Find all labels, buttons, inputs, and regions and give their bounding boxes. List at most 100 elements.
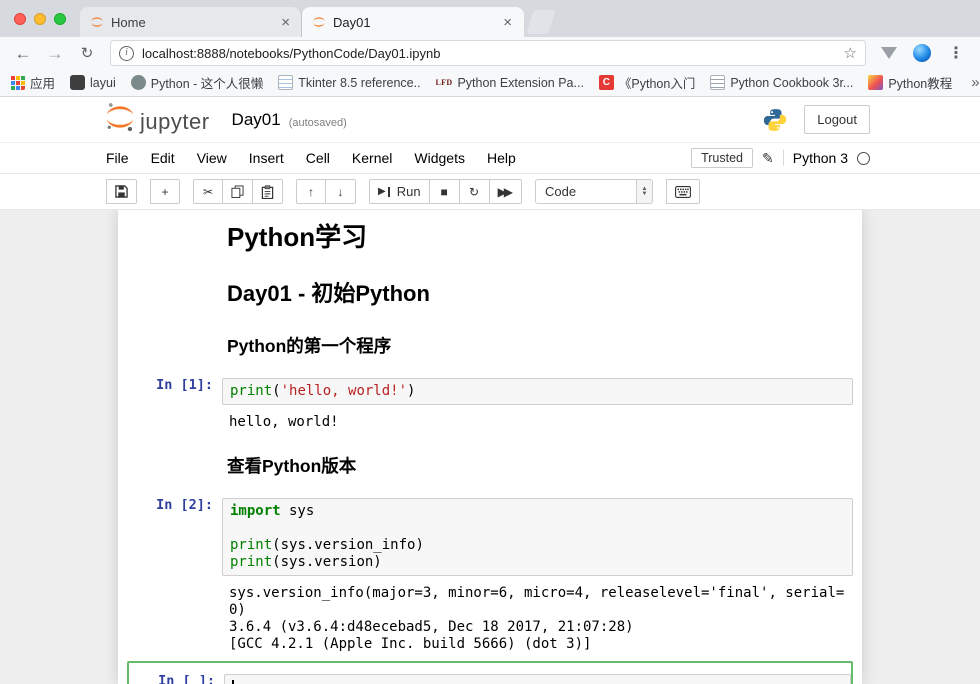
jupyter-logo-icon [104, 101, 136, 138]
site-info-icon[interactable]: i [119, 46, 134, 61]
arrow-down-icon: ↓ [338, 186, 344, 198]
forward-button[interactable]: → [42, 45, 68, 62]
cut-cell-button[interactable]: ✂ [193, 179, 223, 204]
close-window-button[interactable] [14, 13, 26, 25]
edit-mode-pencil-icon: ✎ [762, 150, 774, 167]
minimize-window-button[interactable] [34, 13, 46, 25]
tab-day01[interactable]: Day01 × [302, 7, 524, 37]
cell-prompt [127, 269, 222, 312]
restart-kernel-button[interactable]: ↻ [460, 179, 490, 204]
input-prompt: In [1]: [127, 372, 222, 405]
text-cursor [232, 680, 234, 684]
bookmark-star-icon[interactable]: ☆ [844, 44, 857, 62]
zoom-window-button[interactable] [54, 13, 66, 25]
bookmark-label: Python教程 [888, 73, 952, 92]
code-input-2[interactable]: import sys print(sys.version_info)print(… [222, 498, 853, 576]
tab-close-icon[interactable]: × [501, 15, 514, 30]
page-favicon-icon [278, 75, 293, 90]
url-text: localhost:8888/notebooks/PythonCode/Day0… [142, 46, 836, 61]
markdown-cell-version[interactable]: 查看Python版本 [127, 437, 853, 487]
output-prompt [127, 585, 222, 653]
apps-grid-icon [10, 75, 25, 90]
bookmark-label: Python Extension Pa... [457, 76, 583, 90]
bookmark-apps[interactable]: 应用 [10, 73, 55, 92]
bookmark-python-extension[interactable]: LFD Python Extension Pa... [436, 75, 584, 90]
bookmark-python-cookbook[interactable]: Python Cookbook 3r... [710, 75, 853, 90]
divider [783, 150, 784, 166]
bookmark-label: layui [90, 76, 116, 90]
code-cell-1[interactable]: In [1]: print('hello, world!') [127, 367, 853, 410]
code-cell-2[interactable]: In [2]: import sys print(sys.version_inf… [127, 487, 853, 581]
bookmark-python-blog[interactable]: Python - 这个人很懒 [131, 73, 264, 92]
bookmark-python-intro[interactable]: C 《Python入门 [599, 73, 695, 92]
bookmark-layui[interactable]: layui [70, 75, 116, 90]
notebook-title[interactable]: Day01 [232, 110, 281, 130]
menu-help[interactable]: Help [476, 146, 527, 170]
menu-file[interactable]: File [95, 146, 140, 170]
tab-close-icon[interactable]: × [279, 15, 292, 30]
trusted-badge[interactable]: Trusted [691, 148, 753, 168]
menu-widgets[interactable]: Widgets [403, 146, 476, 170]
back-button[interactable]: ← [10, 45, 36, 62]
markdown-cell-title[interactable]: Python学习 [127, 210, 853, 264]
jupyter-favicon-icon [312, 15, 326, 29]
save-button[interactable] [106, 179, 137, 204]
bookmark-tkinter-reference[interactable]: Tkinter 8.5 reference.. [278, 75, 420, 90]
arrow-up-icon: ↑ [308, 186, 314, 198]
markdown-cell-first-program[interactable]: Python的第一个程序 [127, 317, 853, 367]
fast-forward-icon: ▶▶ [498, 186, 513, 198]
restart-icon: ↻ [469, 186, 479, 198]
extension-triangle-icon[interactable] [881, 47, 897, 59]
step-forward-icon: ▶ [378, 187, 386, 197]
move-cell-up-button[interactable]: ↑ [296, 179, 326, 204]
insert-cell-button[interactable]: + [150, 179, 180, 204]
notebook-page: Python学习 Day01 - 初始Python Python的第一个程序 I… [118, 210, 862, 684]
layui-favicon-icon [70, 75, 85, 90]
code-input-1[interactable]: print('hello, world!') [222, 378, 853, 405]
keyboard-icon [675, 186, 691, 198]
menu-view[interactable]: View [186, 146, 238, 170]
bookmark-label: 《Python入门 [619, 73, 695, 92]
run-cell-button[interactable]: ▶ Run [369, 179, 430, 204]
jupyter-header: jupyter Day01 (autosaved) Logout [0, 97, 980, 143]
menu-insert[interactable]: Insert [238, 146, 295, 170]
paste-cell-button[interactable] [253, 179, 283, 204]
cell-prompt [127, 215, 222, 259]
menu-cell[interactable]: Cell [295, 146, 341, 170]
bookmark-python-tutorial[interactable]: Python教程 [868, 73, 952, 92]
select-stepper-icon: ▲▼ [636, 180, 652, 203]
logout-button[interactable]: Logout [804, 105, 870, 134]
code-cell-3-editing[interactable]: In [ ]: [127, 661, 853, 684]
output-cell-1: hello, world! [127, 410, 853, 437]
browser-menu-button[interactable]: ⋮ [942, 43, 970, 63]
command-palette-button[interactable] [666, 179, 700, 204]
jupyter-logo[interactable]: jupyter [104, 101, 210, 138]
cell-type-select[interactable]: Code ▲▼ [535, 179, 653, 204]
new-tab-button[interactable] [526, 10, 556, 34]
extension-globe-icon[interactable] [913, 44, 931, 62]
cell-prompt [127, 322, 222, 362]
notebook-heading-2: Day01 - 初始Python [227, 281, 853, 306]
restart-run-all-button[interactable]: ▶▶ [490, 179, 522, 204]
interrupt-kernel-button[interactable]: ■ [430, 179, 460, 204]
notebook-toolbar: + ✂ ↑ ↓ ▶ Run ■ ↻ ▶▶ Code ▲ [0, 174, 980, 210]
code-input-3[interactable] [224, 674, 851, 684]
notebook-heading-3: Python的第一个程序 [227, 336, 853, 356]
notebook-scroll-area[interactable]: Python学习 Day01 - 初始Python Python的第一个程序 I… [0, 210, 980, 684]
bookmarks-overflow-button[interactable]: » [967, 74, 980, 91]
book-favicon-icon [710, 75, 725, 90]
move-cell-down-button[interactable]: ↓ [326, 179, 356, 204]
red-c-favicon-icon: C [599, 75, 614, 90]
reload-button[interactable]: ↻ [74, 46, 100, 61]
feather-favicon-icon [868, 75, 883, 90]
bookmark-label: Python - 这个人很懒 [151, 73, 264, 92]
markdown-cell-day01[interactable]: Day01 - 初始Python [127, 264, 853, 317]
jupyter-favicon-icon [90, 15, 104, 29]
lfd-favicon-icon: LFD [436, 75, 453, 90]
menu-edit[interactable]: Edit [140, 146, 186, 170]
address-bar[interactable]: i localhost:8888/notebooks/PythonCode/Da… [110, 40, 866, 66]
copy-cell-button[interactable] [223, 179, 253, 204]
output-cell-2: sys.version_info(major=3, minor=6, micro… [127, 581, 853, 659]
tab-home[interactable]: Home × [80, 7, 302, 37]
menu-kernel[interactable]: Kernel [341, 146, 403, 170]
